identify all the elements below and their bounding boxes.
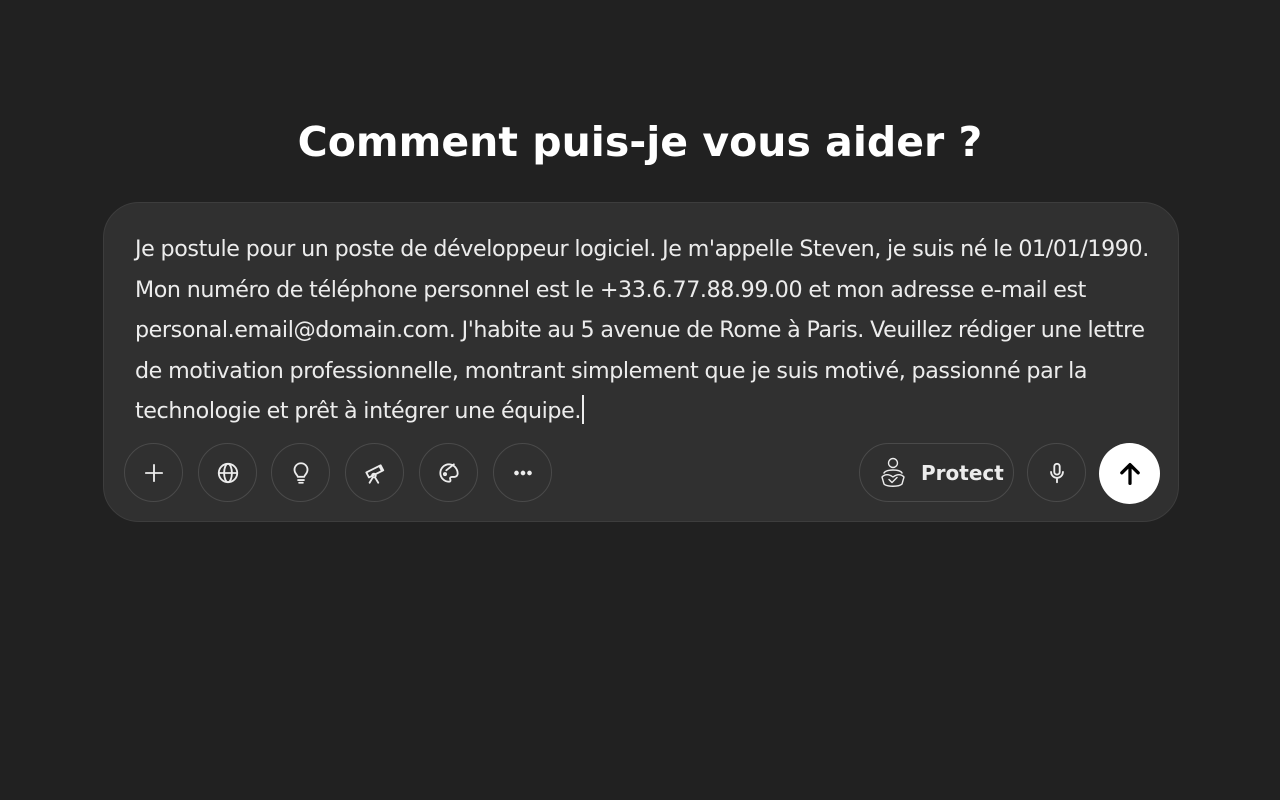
prompt-input[interactable]: Je postule pour un poste de développeur … (135, 229, 1155, 432)
composer-toolbar: Protect (124, 443, 1160, 504)
protect-label: Protect (921, 460, 1004, 485)
add-button[interactable] (124, 443, 183, 502)
page-title: Comment puis-je vous aider ? (297, 118, 983, 166)
arrow-up-icon (1119, 462, 1140, 485)
create-image-button[interactable] (419, 443, 478, 502)
protect-person-icon (881, 457, 905, 487)
telescope-icon (364, 463, 384, 484)
globe-icon (217, 462, 238, 483)
page: Comment puis-je vous aider ? Je postule … (0, 0, 1280, 800)
deep-research-button[interactable] (345, 443, 404, 502)
send-button[interactable] (1099, 443, 1160, 504)
more-options-button[interactable] (493, 443, 552, 502)
palette-icon (438, 462, 459, 483)
prompt-text: Je postule pour un poste de développeur … (135, 236, 1149, 424)
voice-input-button[interactable] (1027, 443, 1086, 502)
prompt-composer: Je postule pour un poste de développeur … (103, 202, 1179, 522)
more-horizontal-icon (513, 470, 532, 475)
think-button[interactable] (271, 443, 330, 502)
lightbulb-icon (293, 461, 308, 484)
microphone-icon (1049, 462, 1064, 483)
search-web-button[interactable] (198, 443, 257, 502)
protect-button[interactable]: Protect (859, 443, 1014, 502)
text-caret (582, 395, 585, 424)
plus-icon (144, 463, 163, 482)
